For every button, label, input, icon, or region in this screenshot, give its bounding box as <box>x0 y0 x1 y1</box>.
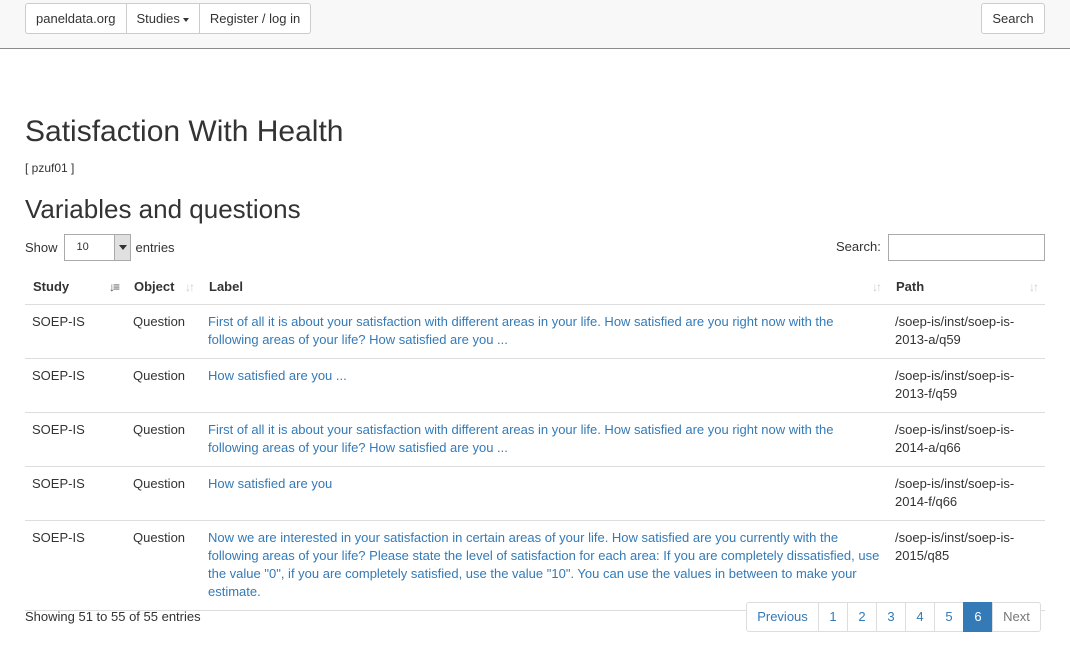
object-cell: Question <box>126 412 201 467</box>
page-button-6-active[interactable]: 6 <box>963 602 993 632</box>
next-page-button[interactable]: Next <box>992 602 1041 632</box>
column-header-label: Path <box>896 279 925 295</box>
study-cell: SOEP-IS <box>25 520 126 611</box>
variables-table: Study ↓≡ Object ↓↑ Label ↓↑ Path ↓↑ SOEP-IS … <box>25 270 1045 611</box>
path-cell: /soep-is/inst/soep-is-2015/q85 <box>888 520 1045 611</box>
page-title: Satisfaction With Health <box>25 115 344 148</box>
studies-dropdown[interactable]: Studies <box>125 3 200 34</box>
path-cell: /soep-is/inst/soep-is-2014-f/q66 <box>888 466 1045 521</box>
table-row: SOEP-IS Question First of all it is abou… <box>25 412 1045 467</box>
caret-down-icon <box>182 17 189 22</box>
path-cell: /soep-is/inst/soep-is-2013-a/q59 <box>888 304 1045 359</box>
column-header-label: Label <box>209 279 243 295</box>
study-cell: SOEP-IS <box>25 358 126 413</box>
page-button-1[interactable]: 1 <box>818 602 848 632</box>
table-row: SOEP-IS Question How satisfied are you .… <box>25 358 1045 413</box>
column-header-object[interactable]: Object ↓↑ <box>126 270 201 305</box>
question-label-link[interactable]: First of all it is about your satisfacti… <box>201 304 888 359</box>
entries-select[interactable]: 10 <box>63 234 131 261</box>
section-title: Variables and questions <box>25 194 301 224</box>
sort-icon: ↓↑ <box>1029 280 1039 294</box>
page-button-3[interactable]: 3 <box>876 602 906 632</box>
question-label-link[interactable]: First of all it is about your satisfacti… <box>201 412 888 467</box>
pagination: Previous 1 2 3 4 5 6 Next <box>746 602 1041 632</box>
page-button-2[interactable]: 2 <box>847 602 877 632</box>
study-cell: SOEP-IS <box>25 412 126 467</box>
search-filter-label: Search: <box>836 239 881 254</box>
column-header-path[interactable]: Path ↓↑ <box>888 270 1045 305</box>
page-button-5[interactable]: 5 <box>934 602 964 632</box>
object-cell: Question <box>126 466 201 521</box>
entries-label: entries <box>135 240 175 255</box>
object-cell: Question <box>126 304 201 359</box>
study-cell: SOEP-IS <box>25 466 126 521</box>
table-row: SOEP-IS Question How satisfied are you /… <box>25 466 1045 521</box>
table-info: Showing 51 to 55 of 55 entries <box>25 609 201 624</box>
table-row: SOEP-IS Question Now we are interested i… <box>25 520 1045 611</box>
column-header-study[interactable]: Study ↓≡ <box>25 270 126 305</box>
question-label-link[interactable]: How satisfied are you <box>201 466 888 521</box>
table-header-row: Study ↓≡ Object ↓↑ Label ↓↑ Path ↓↑ <box>25 270 1045 305</box>
column-header-label[interactable]: Label ↓↑ <box>201 270 888 305</box>
variable-code: [ pzuf01 ] <box>25 161 75 175</box>
study-cell: SOEP-IS <box>25 304 126 359</box>
entries-select-value: 10 <box>76 241 89 253</box>
path-cell: /soep-is/inst/soep-is-2013-f/q59 <box>888 358 1045 413</box>
studies-label: Studies <box>136 11 180 26</box>
search-filter-input[interactable] <box>888 234 1045 261</box>
page-button-4[interactable]: 4 <box>905 602 935 632</box>
table-row: SOEP-IS Question First of all it is abou… <box>25 304 1045 359</box>
register-login-button[interactable]: Register / log in <box>198 3 312 34</box>
length-control: Show 10 entries <box>25 234 175 261</box>
path-cell: /soep-is/inst/soep-is-2014-a/q66 <box>888 412 1045 467</box>
column-header-label: Study <box>33 279 70 295</box>
sort-icon: ↓↑ <box>185 280 195 294</box>
sort-icon: ↓↑ <box>872 280 882 294</box>
column-header-label: Object <box>134 279 175 295</box>
show-label: Show <box>25 240 58 255</box>
nav-button-group: paneldata.org Studies Register / log in <box>25 3 312 34</box>
object-cell: Question <box>126 520 201 611</box>
brand-link[interactable]: paneldata.org <box>25 3 127 34</box>
navbar: paneldata.org Studies Register / log in … <box>0 0 1070 49</box>
chevron-down-icon[interactable] <box>113 235 130 260</box>
question-label-link[interactable]: How satisfied are you ... <box>201 358 888 413</box>
object-cell: Question <box>126 358 201 413</box>
search-button[interactable]: Search <box>981 3 1045 34</box>
previous-page-button[interactable]: Previous <box>746 602 819 632</box>
question-label-link[interactable]: Now we are interested in your satisfacti… <box>201 520 888 611</box>
sort-ascending-icon: ↓≡ <box>108 280 120 294</box>
